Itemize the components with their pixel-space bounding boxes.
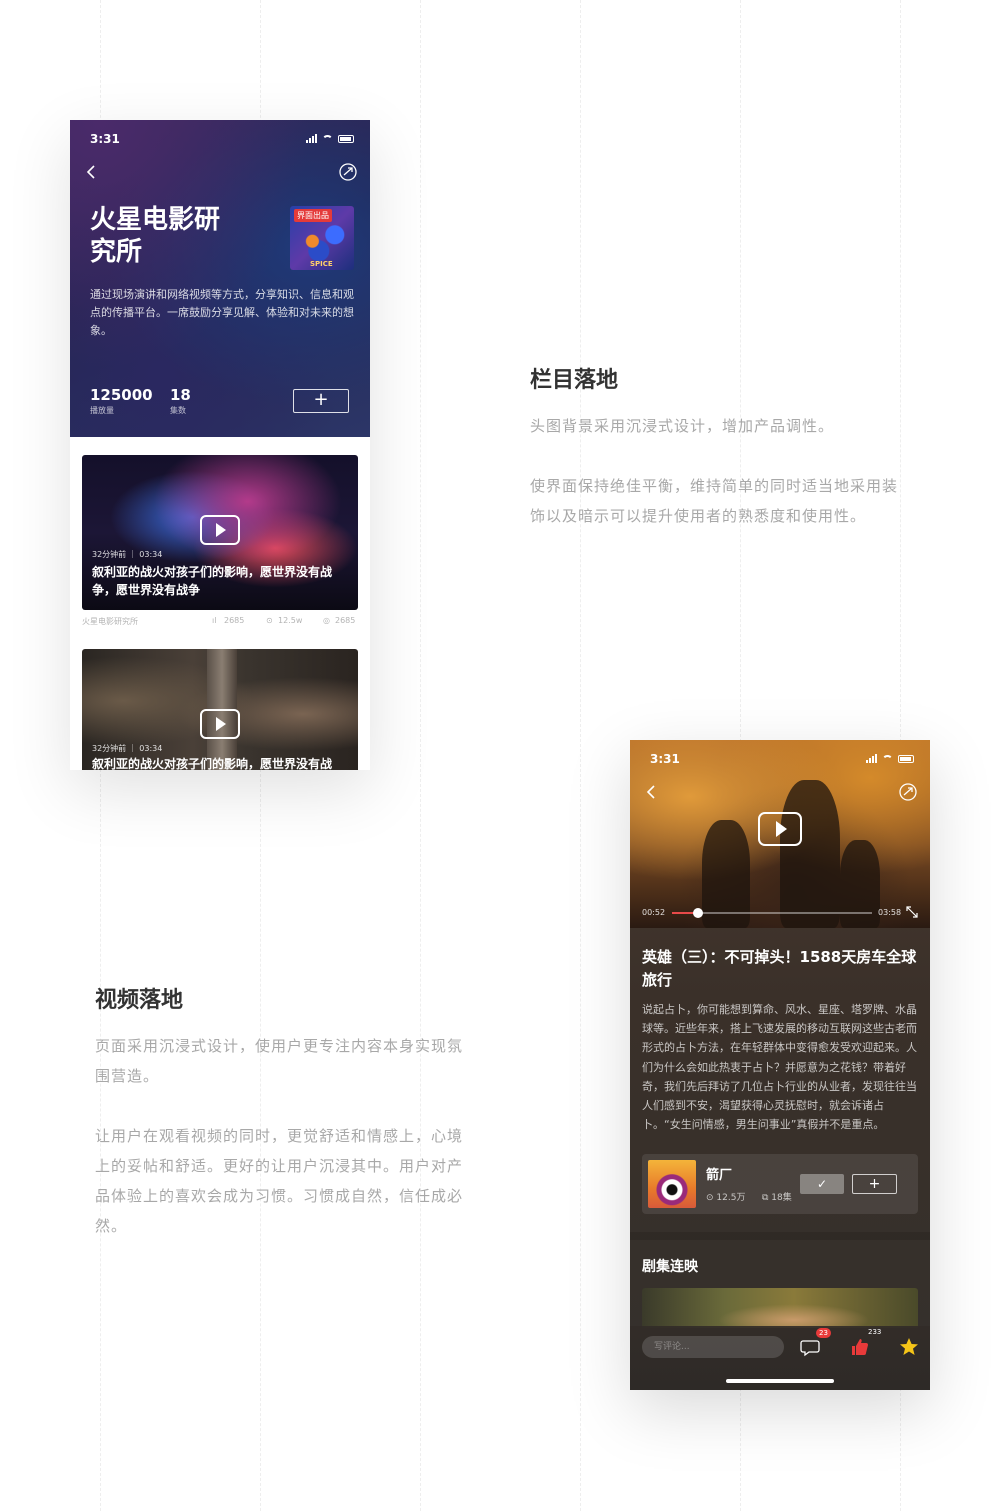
play-icon[interactable] bbox=[758, 812, 802, 846]
eye-icon: ⊙ bbox=[706, 1193, 717, 1203]
signal-icon bbox=[306, 134, 317, 143]
subscribe-button[interactable]: + bbox=[293, 389, 349, 413]
video-meta: 32分钟前 ｜ 03:34 bbox=[92, 744, 163, 753]
channel-card[interactable]: 箭厂 ⊙ 12.5万 ⧉ 18集 ✓ + bbox=[642, 1154, 918, 1214]
comment-icon: ◎ bbox=[323, 616, 330, 625]
play-icon[interactable] bbox=[200, 709, 240, 739]
channel-avatar bbox=[648, 1160, 696, 1208]
series-title: 剧集连映 bbox=[642, 1259, 698, 1275]
video-title: 叙利亚的战火对孩子们的影响，愿世界没有战 bbox=[92, 757, 333, 770]
like-count: 233 bbox=[868, 1328, 882, 1336]
wifi-icon bbox=[322, 134, 333, 143]
signal-icon bbox=[866, 754, 877, 763]
stat-value: 18 bbox=[170, 386, 191, 404]
home-indicator bbox=[726, 1379, 834, 1383]
status-time: 3:31 bbox=[650, 752, 680, 766]
bar-chart-icon: ıl bbox=[212, 616, 217, 625]
video-figure bbox=[780, 780, 840, 928]
like-icon[interactable] bbox=[848, 1336, 870, 1358]
video-title: 叙利亚的战火对孩子们的影响，愿世界没有战争，愿世界没有战争 bbox=[92, 565, 333, 597]
video-meta: 32分钟前 ｜ 03:34 bbox=[92, 550, 163, 559]
stat-label: 播放量 bbox=[90, 406, 114, 415]
share-icon[interactable] bbox=[338, 162, 358, 182]
channel-plays-value: 12.5万 bbox=[716, 1193, 746, 1203]
video-player[interactable]: 3:31 00:52 03:58 bbox=[630, 740, 930, 928]
comment-bar: 写评论... 23 233 bbox=[630, 1326, 930, 1390]
stat-episodes: 18 集数 bbox=[170, 386, 191, 416]
video-card[interactable]: 32分钟前 ｜ 03:34 叙利亚的战火对孩子们的影响，愿世界没有战争，愿世界没… bbox=[82, 455, 358, 610]
status-bar: 3:31 bbox=[650, 752, 914, 768]
column-page-phone: 3:31 火星电影研 究所 界面出品 SPICE 通过现场演讲和网络视频等方式，… bbox=[70, 120, 370, 770]
comment-icon[interactable] bbox=[800, 1336, 822, 1358]
cover-text: SPICE bbox=[310, 260, 333, 268]
current-time: 00:52 bbox=[642, 908, 666, 917]
progress-slider[interactable] bbox=[672, 908, 872, 918]
comment-count: 23 bbox=[816, 1328, 831, 1338]
video-title: 英雄（三）：不可掉头！1588天房车全球旅行 bbox=[642, 948, 917, 989]
video-views: 12.5w bbox=[278, 616, 303, 625]
guide-line bbox=[420, 0, 421, 1511]
battery-icon bbox=[338, 134, 354, 143]
episodes-icon: ⧉ bbox=[762, 1193, 772, 1203]
add-button[interactable]: + bbox=[852, 1174, 897, 1194]
video-source: 火星电影研究所 bbox=[82, 617, 138, 626]
video-description: 说起占卜，你可能想到算命、风水、星座、塔罗牌、水晶球等。近些年来，搭上飞速发展的… bbox=[642, 1003, 917, 1132]
column-cover-image: 界面出品 SPICE bbox=[290, 206, 354, 270]
status-time: 3:31 bbox=[90, 132, 120, 146]
column-title: 火星电影研 究所 bbox=[90, 204, 260, 268]
comment-input[interactable]: 写评论... bbox=[642, 1336, 784, 1358]
wifi-icon bbox=[882, 754, 893, 763]
column-description: 通过现场演讲和网络视频等方式，分享知识、信息和观点的传播平台。一席鼓励分享见解、… bbox=[90, 288, 354, 337]
channel-episodes-value: 18集 bbox=[771, 1193, 792, 1203]
section-title-video: 视频落地 bbox=[95, 988, 184, 1013]
guide-line bbox=[580, 0, 581, 1511]
video-comments: 2685 bbox=[335, 616, 356, 625]
video-plays: 2685 bbox=[224, 616, 245, 625]
section-text: 页面采用沉浸式设计，使用户更专注内容本身实现氛围营造。 bbox=[95, 1037, 464, 1085]
column-header: 3:31 火星电影研 究所 界面出品 SPICE 通过现场演讲和网络视频等方式，… bbox=[70, 120, 370, 437]
video-card[interactable]: 32分钟前 ｜ 03:34 叙利亚的战火对孩子们的影响，愿世界没有战 bbox=[82, 649, 358, 770]
series-thumbnail[interactable] bbox=[642, 1288, 918, 1328]
video-page-phone: 3:31 00:52 03:58 英雄（三）：不可掉头！1588天房车全球旅行 … bbox=[630, 740, 930, 1390]
video-footer: 火星电影研究所 ıl 2685 ⊙ 12.5w ◎ 2685 bbox=[82, 616, 358, 628]
status-bar: 3:31 bbox=[90, 132, 354, 148]
status-system-icons bbox=[866, 754, 914, 763]
fullscreen-icon[interactable] bbox=[906, 906, 918, 918]
battery-icon bbox=[898, 754, 914, 763]
section-text: 使界面保持绝佳平衡，维持简单的同时适当地采用装饰以及暗示可以提升使用者的熟悉度和… bbox=[530, 477, 899, 525]
divider bbox=[630, 1232, 930, 1240]
eye-icon: ⊙ bbox=[266, 616, 273, 625]
column-title-line: 究所 bbox=[90, 237, 143, 267]
play-icon[interactable] bbox=[200, 515, 240, 545]
share-icon[interactable] bbox=[898, 782, 918, 802]
page: 3:31 火星电影研 究所 界面出品 SPICE 通过现场演讲和网络视频等方式，… bbox=[0, 0, 1000, 1511]
duration-time: 03:58 bbox=[878, 908, 902, 917]
channel-episodes: ⧉ 18集 bbox=[762, 1190, 792, 1203]
cover-tag: 界面出品 bbox=[294, 209, 332, 222]
video-figure bbox=[840, 840, 880, 928]
subscribed-button[interactable]: ✓ bbox=[800, 1174, 844, 1194]
section-text: 头图背景采用沉浸式设计，增加产品调性。 bbox=[530, 417, 835, 435]
stat-value: 125000 bbox=[90, 386, 153, 404]
stat-plays: 125000 播放量 bbox=[90, 386, 153, 416]
column-title-line: 火星电影研 bbox=[90, 205, 221, 235]
channel-name: 箭厂 bbox=[706, 1168, 733, 1183]
status-system-icons bbox=[306, 134, 354, 143]
star-icon[interactable] bbox=[898, 1336, 920, 1358]
section-title-column: 栏目落地 bbox=[530, 368, 619, 393]
stat-label: 集数 bbox=[170, 406, 186, 415]
progress-handle[interactable] bbox=[693, 908, 703, 918]
back-icon[interactable] bbox=[644, 784, 658, 800]
channel-plays: ⊙ 12.5万 bbox=[706, 1190, 745, 1203]
back-icon[interactable] bbox=[84, 164, 98, 180]
section-text: 让用户在观看视频的同时，更觉舒适和情感上，心境上的妥帖和舒适。更好的让用户沉浸其… bbox=[95, 1127, 464, 1235]
